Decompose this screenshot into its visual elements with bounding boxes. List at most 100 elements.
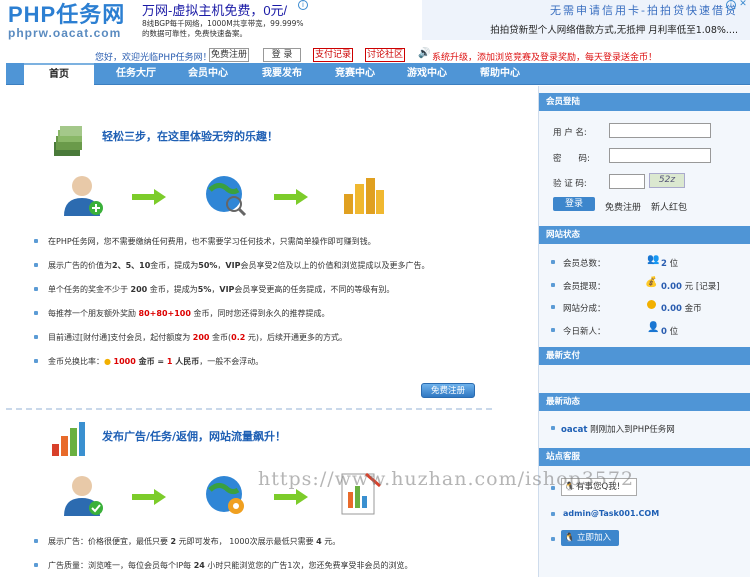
bullet-icon <box>34 311 38 315</box>
site-status-header: 网站状态 <box>539 226 750 244</box>
latest-pay-header: 最新支付 <box>539 347 750 365</box>
coins-icon: 💰 <box>645 277 658 288</box>
ad-right-title[interactable]: 无需申请信用卡-拍拍贷快速借贷 <box>422 0 750 18</box>
welcome-text: 您好，欢迎光临PHP任务网！ <box>95 53 212 63</box>
section-divider <box>6 408 492 410</box>
withdraw-value: 0.00 元 [记录] <box>661 282 720 292</box>
ad-info-icon[interactable]: i <box>298 0 308 10</box>
pay-record-link[interactable]: 支付记录 <box>313 48 353 62</box>
logo-domain: phprw.oacat.com <box>8 26 122 40</box>
bullet-icon <box>34 287 38 291</box>
member-total-label: 会员总数： <box>563 259 606 269</box>
newbie-bonus-link[interactable]: 新人红包 <box>651 200 687 213</box>
site-logo[interactable]: PHP任务网 phprw.oacat.com <box>8 2 138 41</box>
news-item[interactable]: oacat 刚刚加入到PHP任务网 <box>561 423 675 435</box>
ad-left-desc2: 的数据可靠性，免费快速备案。 <box>142 29 247 38</box>
section1-title: 轻松三步，在这里体验无穷的乐趣！ <box>102 130 278 143</box>
captcha-input[interactable] <box>609 174 645 189</box>
arrow-right-icon <box>274 189 308 205</box>
user-add-icon <box>64 176 103 216</box>
globe-search-icon <box>206 176 247 217</box>
forum-link[interactable]: 讨论社区 <box>365 48 405 62</box>
ad-left-title[interactable]: 万网-虚拟主机免费，0元/ <box>142 0 310 19</box>
system-notice[interactable]: 系统升级，添加浏览竞赛及登录奖励，每天登录送金币！ <box>432 50 657 63</box>
register-button[interactable]: 免费注册 <box>209 48 249 62</box>
latest-news-header: 最新动态 <box>539 393 750 411</box>
login-button[interactable]: 登 录 <box>263 48 301 62</box>
arrow-right-icon <box>132 489 166 505</box>
publish-line-2: 广告质量：浏览唯一，每位会员每个IP每 24 小时只能浏览您的广告1次，您还免费… <box>48 561 413 570</box>
bullet-icon <box>551 537 555 541</box>
bullet-icon <box>34 263 38 267</box>
ad-right-desc: 拍拍贷新型个人网络借款方式,无抵押 月利率低至1.08%.... <box>490 25 738 36</box>
qq-icon: 🐧 <box>564 533 575 543</box>
user-check-icon <box>64 476 103 516</box>
feature-line-5: 目前通过[财付通]支付会员，起付额度为 200 金币(0.2 元)，后续开通更多… <box>48 333 348 342</box>
withdraw-label: 会员提现： <box>563 282 606 292</box>
join-now-button[interactable]: 🐧 立即加入 <box>561 530 619 546</box>
nav-contest[interactable]: 竞赛中心 <box>321 63 389 85</box>
main-nav: 首页 任务大厅 会员中心 我要发布 竞赛中心 游戏中心 帮助中心 <box>6 63 750 85</box>
customer-service-header: 站点客服 <box>539 448 750 466</box>
ad-banner-left[interactable]: 万网-虚拟主机免费，0元/ 8线BGP每千网络，1000M共享带宽，99.999… <box>142 0 310 40</box>
logo-text: PHP任务网 <box>8 2 126 27</box>
captcha-label: 验 证 码: <box>553 179 587 189</box>
sidebar: 会员登陆 用 户 名: 密 码: 验 证 码: 52z 登录 免费注册 新人红包… <box>538 86 750 577</box>
site-share-label: 网站分成： <box>563 304 606 314</box>
withdraw-record-link[interactable]: [记录] <box>693 282 720 292</box>
gold-coins-icon <box>344 178 384 214</box>
globe-settings-icon <box>206 476 244 514</box>
nav-member-center[interactable]: 会员中心 <box>174 63 242 85</box>
nav-publish[interactable]: 我要发布 <box>248 63 316 85</box>
password-label: 密 码: <box>553 154 590 164</box>
bullet-icon <box>551 512 555 516</box>
password-input[interactable] <box>609 148 711 163</box>
nav-game[interactable]: 游戏中心 <box>393 63 461 85</box>
publish-line-1: 展示广告：价格很便宜，最低只要 2 元即可发布， 1000次展示最低只需要 4 … <box>48 537 341 546</box>
bullet-icon <box>551 305 555 309</box>
bullet-icon <box>34 335 38 339</box>
free-register-button[interactable]: 免费注册 <box>421 383 475 398</box>
username-input[interactable] <box>609 123 711 138</box>
service-email[interactable]: admin@Task001.COM <box>563 509 659 518</box>
captcha-image[interactable]: 52z <box>649 173 685 188</box>
login-submit-button[interactable]: 登录 <box>553 197 595 211</box>
bullet-icon <box>34 539 38 543</box>
feature-line-2: 展示广告的价值为2、5、10金币，提成为50%，VIP会员享受2倍及以上的价值和… <box>48 261 430 270</box>
ad-info-icon[interactable]: i <box>726 0 736 10</box>
new-today-value: 0 位 <box>661 327 679 337</box>
gold-coin-icon <box>647 300 656 309</box>
user-topbar: 您好，欢迎光临PHP任务网！ 免费注册 登 录 支付记录 讨论社区 🔊 系统升级… <box>0 44 750 64</box>
money-stack-icon <box>54 126 82 156</box>
users-icon: 👥 <box>647 254 660 265</box>
member-total-value: 2 位 <box>661 259 679 269</box>
new-today-label: 今日新人： <box>563 327 606 337</box>
main-content: 轻松三步，在这里体验无穷的乐趣！ 在PHP任务网，您不需要缴纳任何费用，也不需要… <box>6 86 534 577</box>
bullet-icon <box>551 260 555 264</box>
feature-line-4: 每推荐一个朋友额外奖励 80+80+100 金币，同时您还得到永久的推荐提成。 <box>48 309 330 318</box>
username-label: 用 户 名: <box>553 128 587 138</box>
bullet-icon <box>34 563 38 567</box>
feature-line-1: 在PHP任务网，您不需要缴纳任何费用，也不需要学习任何技术，只需简单操作即可赚到… <box>48 237 376 246</box>
feature-line-6: 金币兑换比率：● 1000 金币 = 1 人民币，一般不会浮动。 <box>48 357 264 366</box>
bullet-icon <box>34 239 38 243</box>
arrow-right-icon <box>274 489 308 505</box>
nav-task-hall[interactable]: 任务大厅 <box>102 63 170 85</box>
nav-help[interactable]: 帮助中心 <box>466 63 534 85</box>
bar-growth-icon <box>52 422 85 456</box>
member-login-header: 会员登陆 <box>539 93 750 111</box>
speaker-icon: 🔊 <box>418 48 431 59</box>
sidebar-register-link[interactable]: 免费注册 <box>605 200 641 213</box>
bullet-icon <box>551 426 555 430</box>
arrow-right-icon <box>132 189 166 205</box>
nav-home[interactable]: 首页 <box>24 63 94 85</box>
join-now-label: 立即加入 <box>577 533 612 543</box>
section2-title: 发布广告/任务/返佣，网站流量飙升！ <box>102 430 287 443</box>
bullet-icon <box>34 359 38 363</box>
ad-banner-right[interactable]: 无需申请信用卡-拍拍贷快速借贷 拍拍贷新型个人网络借款方式,无抵押 月利率低至1… <box>422 0 750 40</box>
watermark-text: https://www.huzhan.com/ishop3572 <box>258 468 635 490</box>
ad-close-icon[interactable]: ✕ <box>738 0 748 10</box>
user-icon: 👤 <box>647 322 660 333</box>
feature-line-3: 单个任务的奖金不少于 200 金币，提成为5%，VIP会员享受更高的任务提成，不… <box>48 285 395 294</box>
bullet-icon <box>551 283 555 287</box>
